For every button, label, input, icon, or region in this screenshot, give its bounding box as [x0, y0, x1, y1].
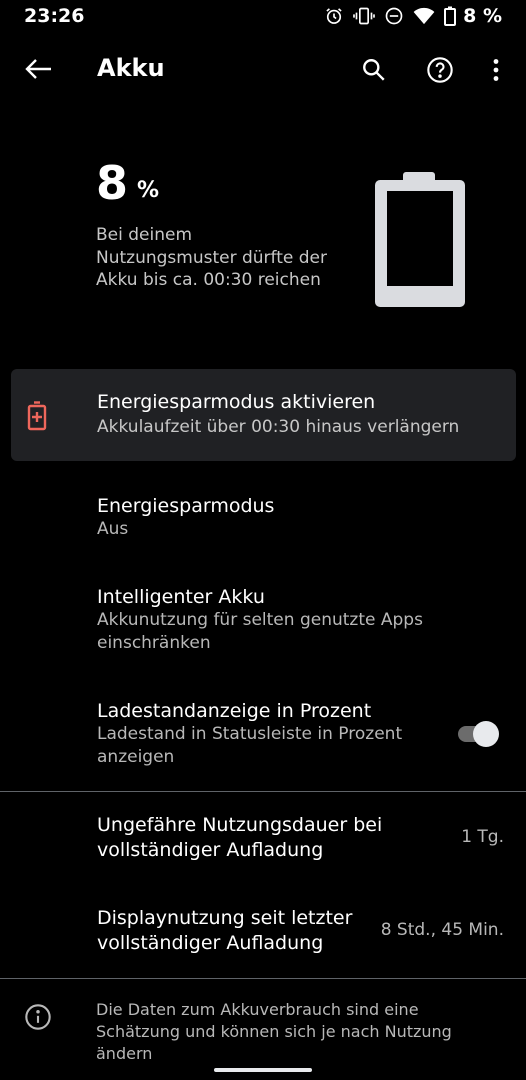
alarm-icon — [326, 8, 342, 24]
status-icons: 8 % — [324, 5, 502, 27]
full-charge-usage-title: Ungefähre Nutzungsdauer bei vollständige… — [97, 814, 383, 861]
more-vert-icon — [493, 59, 499, 81]
adaptive-battery-item[interactable]: Intelligenter Akku Akkunutzung für selte… — [0, 572, 526, 672]
adaptive-battery-title: Intelligenter Akku — [97, 586, 265, 608]
info-icon — [25, 1004, 51, 1030]
battery-saver-title: Energiesparmodus — [97, 495, 275, 517]
full-charge-usage-item: Ungefähre Nutzungsdauer bei vollständige… — [0, 800, 526, 876]
wifi-icon — [413, 7, 435, 25]
screen-usage-item: Displaynutzung seit letzter vollständige… — [0, 893, 526, 969]
status-time: 23:26 — [24, 5, 85, 27]
search-icon — [363, 59, 385, 81]
battery-saver-status: Aus — [97, 519, 129, 539]
help-button[interactable] — [420, 50, 460, 90]
screen-usage-value: 8 Std., 45 Min. — [380, 920, 504, 940]
battery-percentage-summary: Ladestand in Statusleiste in Prozent anz… — [97, 724, 403, 767]
toggle-thumb — [473, 721, 499, 747]
status-bar: 23:26 8 % — [0, 0, 526, 34]
adaptive-battery-summary: Akkunutzung für selten genutzte Apps ein… — [97, 610, 423, 653]
divider — [0, 978, 526, 979]
page-title: Akku — [97, 54, 165, 82]
divider — [0, 791, 526, 792]
more-options-button[interactable] — [476, 50, 516, 90]
search-button[interactable] — [354, 50, 394, 90]
battery-percentage-item[interactable]: Ladestandanzeige in Prozent Ladestand in… — [0, 686, 526, 786]
battery-info-text: Die Daten zum Akkuverbrauch sind eine Sc… — [96, 1000, 452, 1063]
battery-percentage-title: Ladestandanzeige in Prozent — [97, 700, 372, 722]
battery-info-footer: Die Daten zum Akkuverbrauch sind eine Sc… — [0, 990, 526, 1080]
app-bar: Akku — [0, 34, 526, 104]
battery-icon — [444, 6, 457, 26]
vibrate-icon — [353, 7, 375, 25]
battery-level-unit: % — [137, 178, 160, 203]
back-button[interactable] — [18, 51, 58, 87]
suggestion-subtitle: Akkulaufzeit über 00:30 hinaus verlänger… — [97, 417, 460, 437]
navigation-handle[interactable] — [214, 1068, 312, 1072]
battery-saver-item[interactable]: Energiesparmodus Aus — [0, 480, 526, 562]
battery-summary: 8 % Bei deinem Nutzungsmuster dürfte der… — [0, 104, 526, 364]
screen-usage-title: Displaynutzung seit letzter vollständige… — [97, 907, 353, 954]
back-arrow-icon — [25, 59, 51, 79]
suggestion-title: Energiesparmodus aktivieren — [97, 391, 376, 413]
battery-level-value: 8 — [96, 156, 129, 210]
battery-percentage-toggle[interactable] — [456, 720, 502, 748]
battery-large-icon — [375, 172, 465, 307]
do-not-disturb-icon — [385, 7, 403, 25]
battery-level-fill — [387, 286, 453, 287]
battery-plus-icon — [27, 401, 47, 431]
help-icon — [427, 57, 453, 83]
full-charge-usage-value: 1 Tg. — [461, 827, 504, 847]
battery-saver-suggestion[interactable]: Energiesparmodus aktivieren Akkulaufzeit… — [11, 369, 516, 461]
status-battery-percent: 8 % — [463, 5, 502, 27]
battery-estimate-text: Bei deinem Nutzungsmuster dürfte der Akk… — [96, 225, 327, 290]
